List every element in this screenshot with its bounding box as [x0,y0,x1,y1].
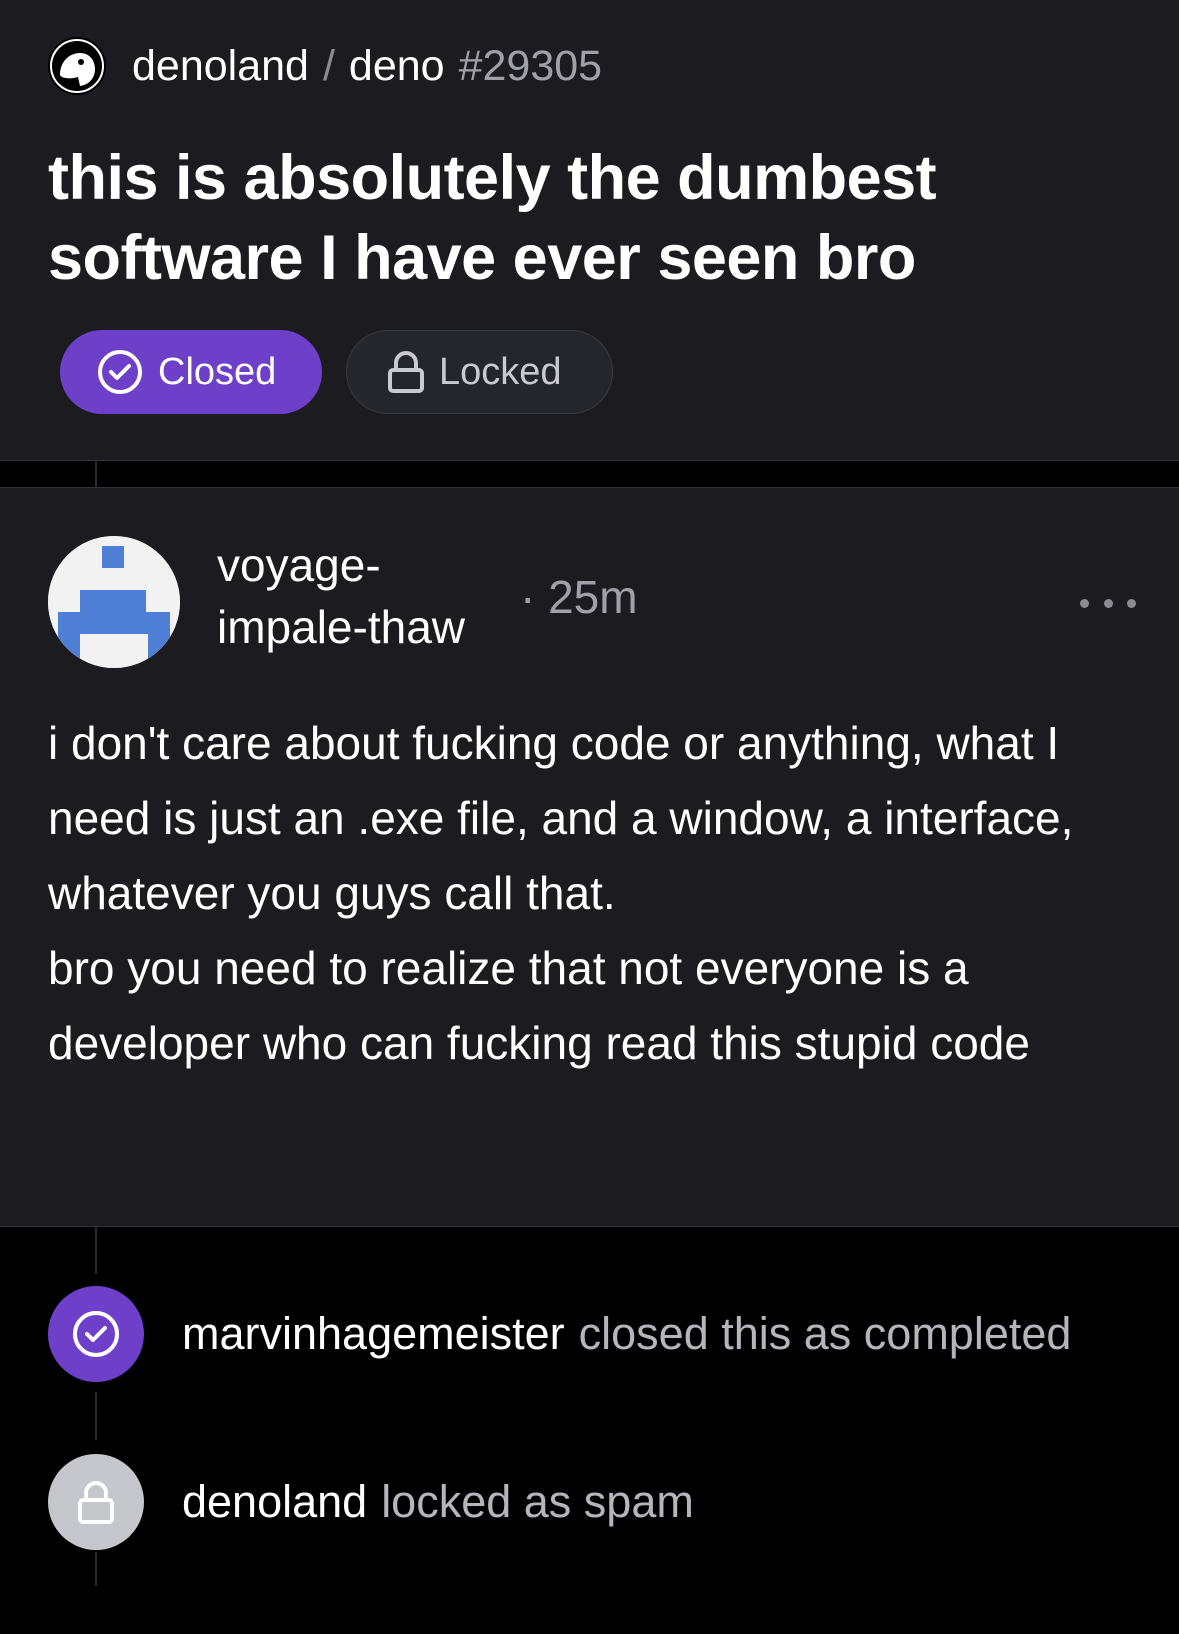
lock-icon [48,1454,144,1550]
event-actor-link[interactable]: denoland [182,1476,367,1527]
comment-author[interactable]: voyage- impale-thaw [217,534,507,658]
check-circle-icon [96,348,144,396]
ellipsis-icon[interactable] [1080,593,1136,613]
status-closed-label: Closed [158,350,277,393]
author-name-line1: voyage- [217,539,381,591]
comment-paragraph: i don't care about fucking code or anyth… [48,717,1074,919]
repo-owner-link[interactable]: denoland [132,42,309,91]
deno-logo-icon[interactable] [48,37,106,95]
issue-title: this is absolutely the dumbest software … [48,143,937,293]
check-circle-icon [48,1286,144,1382]
lock-icon [387,350,425,394]
status-locked-label: Locked [439,350,562,393]
timeline-connector [95,1226,97,1274]
comment-timestamp: · 25m [520,571,638,623]
timeline-event-closed: marvinhagemeister closed this as complete… [48,1286,1071,1382]
status-badge-closed: Closed [60,330,322,414]
issue-number: #29305 [458,41,603,90]
repo-name-link[interactable]: deno [349,42,445,91]
status-badge-locked: Locked [346,330,613,414]
breadcrumb-separator: / [322,41,335,90]
event-actor-link[interactable]: marvinhagemeister [182,1308,565,1359]
timeline-event-locked: denoland locked as spam [48,1454,694,1550]
issue-comment: voyage- impale-thaw · 25m i don't care a… [0,487,1179,1227]
event-action: closed this as completed [578,1308,1072,1359]
timeline-connector [95,461,97,487]
avatar[interactable] [48,536,180,668]
comment-paragraph: bro you need to realize that not everyon… [48,942,1030,1069]
timeline-connector [95,1392,97,1440]
event-action: locked as spam [381,1476,694,1527]
repo-breadcrumb: denoland / deno #29305 [48,36,602,96]
timeline-connector [95,1552,97,1586]
issue-header: denoland / deno #29305 this is absolutel… [0,0,1179,461]
author-name-line2: impale-thaw [217,601,465,653]
comment-body: i don't care about fucking code or anyth… [48,706,1148,1081]
